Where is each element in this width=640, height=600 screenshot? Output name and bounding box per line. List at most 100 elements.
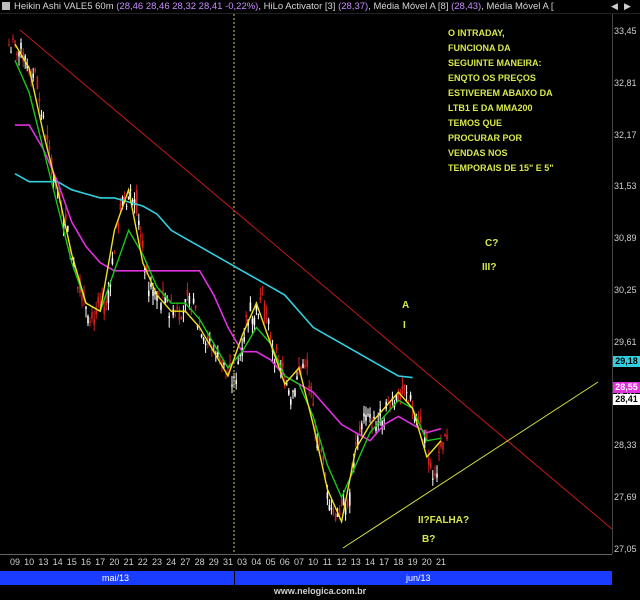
y-tick-label: 32,81: [614, 77, 637, 88]
candle-body: [174, 314, 176, 316]
candle-body: [237, 361, 239, 364]
candle-body: [263, 303, 266, 319]
candle-body: [14, 40, 16, 44]
candle-body: [8, 44, 10, 46]
candle-body: [322, 455, 325, 461]
candle-body: [359, 426, 361, 433]
candle-body: [42, 115, 45, 117]
candle-body: [172, 309, 174, 316]
candle-body: [204, 343, 207, 345]
analysis-note: O INTRADAY, FUNCIONA DA SEGUINTE MANEIRA…: [448, 28, 554, 173]
candle-body: [413, 419, 416, 421]
candle-body: [36, 76, 39, 90]
y-tick-label: 30,89: [614, 233, 637, 244]
candle-body: [117, 223, 120, 227]
candle-body: [409, 395, 412, 400]
candle-body: [355, 442, 357, 446]
candle-body: [103, 306, 105, 315]
candle-body: [346, 500, 349, 507]
wave-label-i: I: [403, 320, 406, 331]
candle-body: [107, 290, 110, 304]
candle-body: [249, 302, 252, 312]
candle-body: [52, 179, 55, 182]
candle-body: [340, 499, 343, 506]
candle-body: [434, 473, 436, 476]
candle-body: [369, 414, 371, 418]
candle-body: [397, 392, 400, 401]
candle-body: [200, 334, 203, 337]
candle-body: [32, 73, 34, 78]
candle-body: [140, 234, 142, 237]
price-tag-cyan-ma: 29,18: [613, 356, 640, 367]
wave-label-a: A: [402, 300, 410, 311]
candle-body: [24, 55, 26, 60]
instrument-values: (28,46 28,46 28,32 28,41 -0,22%): [116, 1, 259, 12]
hilo-value: (28,37): [338, 1, 369, 12]
candle-body: [176, 306, 178, 310]
candle-body: [85, 306, 87, 309]
candle-body: [119, 203, 122, 210]
wave-label-c: C?: [485, 238, 499, 249]
candle-body: [267, 319, 270, 324]
candle-body: [444, 434, 446, 437]
candle-body: [387, 400, 389, 402]
candle-body: [235, 380, 237, 385]
candle-body: [259, 296, 262, 301]
candle-body: [67, 225, 69, 232]
instrument-name: Heikin Ashi VALE5 60m: [14, 1, 114, 12]
y-tick-label: 33,45: [614, 26, 637, 36]
candle-body: [257, 313, 260, 315]
candle-body: [446, 434, 448, 440]
candle-body: [403, 385, 406, 388]
candle-body: [363, 413, 365, 417]
candle-body: [383, 420, 385, 422]
candle-body: [282, 362, 284, 367]
candle-body: [188, 295, 191, 304]
candle-body: [245, 314, 247, 318]
candle-body: [349, 492, 351, 506]
y-axis-separator: [612, 14, 613, 554]
candle-body: [20, 42, 22, 49]
candle-body: [186, 289, 189, 296]
y-tick-label: 31,53: [614, 181, 637, 192]
candle-body: [300, 366, 302, 370]
y-tick-label: 29,61: [614, 336, 637, 347]
candle-body: [436, 473, 438, 478]
candle-body: [34, 68, 36, 72]
candle-body: [328, 505, 331, 510]
candle-body: [192, 298, 195, 304]
candle-body: [308, 385, 310, 389]
candle-body: [131, 200, 134, 202]
candle-body: [428, 458, 430, 465]
candle-body: [304, 365, 306, 368]
scroll-left-icon[interactable]: ◀: [611, 0, 618, 13]
candle-body: [251, 318, 254, 324]
candle-body: [202, 338, 205, 341]
ma8-legend: Média Móvel A [8]: [373, 1, 449, 12]
candle-body: [148, 290, 150, 297]
candle-body: [332, 508, 335, 514]
wave-label-ii: II?FALHA?: [418, 515, 470, 526]
candle-body: [16, 52, 18, 56]
candle-body: [344, 508, 347, 515]
candle-body: [93, 319, 95, 325]
candle-body: [127, 196, 130, 200]
candle-body: [432, 478, 434, 480]
candle-body: [312, 402, 314, 407]
candle-body: [442, 441, 444, 450]
candle-body: [275, 345, 278, 350]
scroll-right-icon[interactable]: ▶: [624, 0, 631, 13]
candle-body: [365, 414, 367, 421]
candle-body: [77, 286, 79, 289]
uptrend-line: [342, 381, 599, 549]
heikin-ashi-candles: [8, 34, 448, 522]
candle-body: [286, 383, 288, 385]
candle-body: [367, 413, 369, 416]
candle-body: [65, 214, 67, 221]
window-menu-icon[interactable]: [2, 2, 10, 10]
candle-body: [81, 296, 83, 301]
y-tick-label: 32,17: [614, 129, 637, 140]
candle-body: [430, 462, 432, 468]
candle-body: [261, 292, 264, 296]
price-tag-magenta-ma: 28,55: [613, 382, 640, 393]
